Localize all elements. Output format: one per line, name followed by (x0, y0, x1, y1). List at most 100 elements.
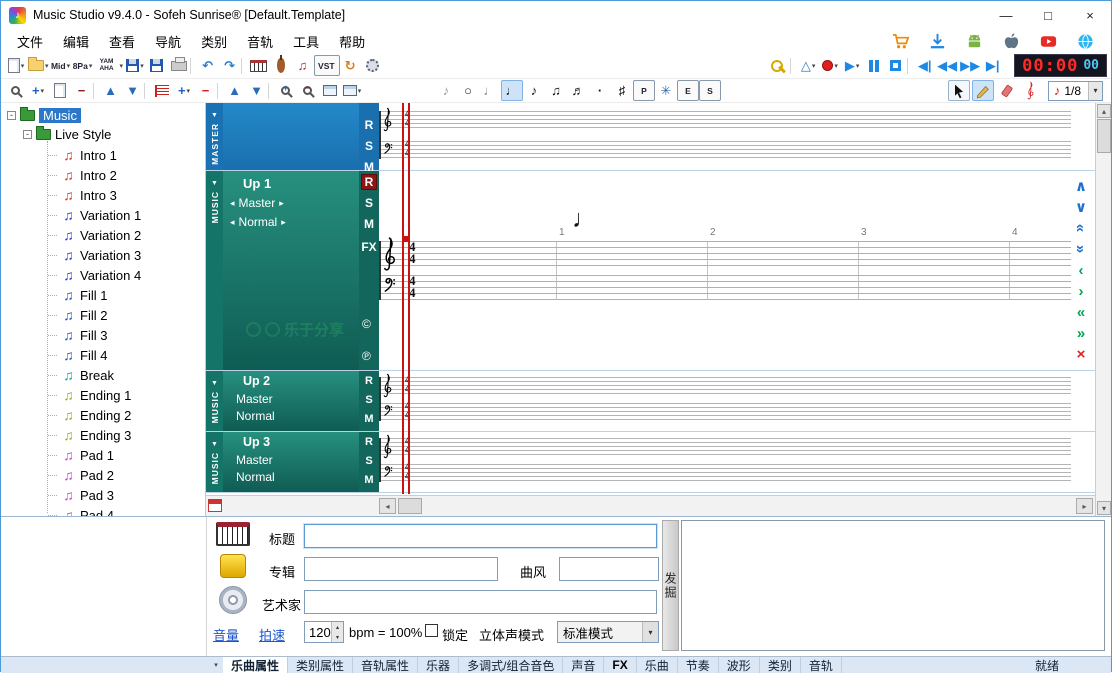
track-normal-selector[interactable]: Normal (236, 409, 275, 423)
playhead-line[interactable] (408, 103, 410, 494)
vscroll-thumb[interactable] (1097, 119, 1111, 153)
scroll-right-icon[interactable] (1076, 498, 1093, 514)
tree-root-music[interactable]: Music (7, 108, 205, 123)
nav-up-icon[interactable]: ∧ (1071, 176, 1091, 196)
track-mute-button[interactable]: M (364, 411, 373, 427)
menu-item[interactable]: 工具 (283, 29, 329, 54)
zoom-select-icon[interactable] (5, 80, 27, 101)
duration-dropdown-icon[interactable] (1088, 82, 1102, 100)
track-mute-button[interactable]: M (364, 472, 373, 488)
tree-item-variation-2[interactable]: ♫ Variation 2 (1, 225, 205, 245)
toolbar-separator[interactable] (190, 58, 197, 74)
import-midi-button[interactable]: Mid ▾ (50, 55, 72, 76)
save-copy-icon[interactable] (146, 55, 168, 76)
up1-strip[interactable]: MUSIC (206, 171, 223, 370)
tree-item-pad-2[interactable]: ♫ Pad 2 (1, 465, 205, 485)
go-end-button[interactable]: ▶| (982, 55, 1004, 76)
track-bass-staff[interactable]: 44 (379, 464, 1071, 481)
notes-side-tab[interactable]: 发掘 (662, 520, 679, 651)
tree-item-pad-4[interactable]: ♫ Pad 4 (1, 505, 205, 516)
tree-item-variation-4[interactable]: ♫ Variation 4 (1, 265, 205, 285)
remove-track-icon[interactable]: − (195, 80, 217, 101)
tree-item-ending-3[interactable]: ♫ Ending 3 (1, 425, 205, 445)
track-record-button[interactable]: R (365, 434, 373, 450)
playhead-marker[interactable] (402, 236, 408, 242)
dropdown-arrow-icon[interactable] (642, 622, 658, 642)
sixteenth-note-icon[interactable]: ♫ (545, 80, 567, 101)
tree-item-ending-2[interactable]: ♫ Ending 2 (1, 405, 205, 425)
artist-input[interactable] (304, 590, 657, 614)
nav-page-down-icon[interactable]: » (1071, 239, 1091, 259)
go-start-button[interactable]: ◀| (914, 55, 936, 76)
stop-button[interactable] (885, 55, 907, 76)
forward-button[interactable]: ▶▶ (959, 55, 982, 76)
dotted-note-icon[interactable]: · (589, 80, 611, 101)
redo-icon[interactable]: ↷ (219, 55, 241, 76)
bottom-tab[interactable]: 音轨 (801, 657, 842, 673)
lock-checkbox[interactable] (425, 624, 438, 637)
tree-item-intro-2[interactable]: ♫ Intro 2 (1, 165, 205, 185)
tempo-stepper[interactable]: 120 (304, 621, 344, 643)
menu-item[interactable]: 文件 (7, 29, 53, 54)
menu-item[interactable]: 音轨 (237, 29, 283, 54)
ornament-icon[interactable]: ✳ (655, 80, 677, 101)
track-view-corner-icon[interactable] (208, 499, 222, 512)
whole-note-icon[interactable]: ○ (457, 80, 479, 101)
tree-item-ending-1[interactable]: ♫ Ending 1 (1, 385, 205, 405)
toolbar-separator[interactable] (144, 83, 151, 99)
download-icon[interactable] (928, 32, 947, 51)
menu-item[interactable]: 帮助 (329, 29, 375, 54)
minimize-button[interactable]: — (985, 1, 1027, 29)
tuning-icon[interactable]: △ ▾ (797, 55, 819, 76)
bottom-tab[interactable]: 音轨属性 (353, 657, 418, 673)
up1-fx-button[interactable]: FX (361, 240, 376, 254)
up1-mute-button[interactable]: M (364, 216, 374, 232)
add-track-icon[interactable]: + ▾ (173, 80, 195, 101)
track-header[interactable]: Up 2 Master Normal (223, 371, 359, 431)
vertical-scrollbar[interactable] (1095, 103, 1111, 516)
track-treble-staff[interactable]: 44 (379, 438, 1071, 455)
apple-icon[interactable] (1002, 32, 1021, 51)
tree-item-variation-1[interactable]: ♫ Variation 1 (1, 205, 205, 225)
track-master-selector[interactable]: Master (236, 392, 273, 406)
tree-item-pad-1[interactable]: ♫ Pad 1 (1, 445, 205, 465)
rewind-button[interactable]: ◀◀ (936, 55, 959, 76)
bottom-tab[interactable]: 乐器 (418, 657, 459, 673)
notes-box[interactable] (681, 520, 1105, 651)
up1-bass-staff[interactable]: 44 (379, 275, 1071, 300)
up1-normal-selector[interactable]: ◂ Normal ▸ (230, 215, 286, 229)
track-treble-staff[interactable]: 44 (379, 377, 1071, 394)
arrow-left-icon[interactable]: ◂ (230, 217, 235, 228)
track-down-icon[interactable]: ▼ (246, 80, 268, 101)
scroll-up-icon[interactable] (1097, 104, 1111, 118)
symbol-icon[interactable]: S (699, 80, 721, 101)
zoom-out-icon[interactable] (297, 80, 319, 101)
genre-input[interactable] (559, 557, 659, 581)
print-icon[interactable] (168, 55, 190, 76)
add-category-icon[interactable]: + ▾ (27, 80, 49, 101)
bottom-tab[interactable]: 波形 (719, 657, 760, 673)
arrow-left-icon[interactable]: ◂ (230, 198, 235, 209)
stereo-mode-select[interactable]: 标准模式 (557, 621, 659, 643)
phonogram-icon[interactable]: ℗ (362, 349, 371, 363)
master-solo-button[interactable]: S (365, 138, 373, 154)
score-note[interactable]: ♩ (572, 205, 597, 234)
half-note-icon[interactable]: ♩ (479, 80, 501, 101)
tree-item-break[interactable]: ♫ Break (1, 365, 205, 385)
bottom-tab[interactable]: 类别属性 (288, 657, 353, 673)
tree-item-fill-4[interactable]: ♫ Fill 4 (1, 345, 205, 365)
piano-keyboard-icon[interactable] (248, 55, 270, 76)
nav-down-icon[interactable]: ∨ (1071, 197, 1091, 217)
playhead-line[interactable] (402, 103, 404, 494)
play-button[interactable]: ▶ ▾ (841, 55, 863, 76)
track-title[interactable]: Up 2 (243, 374, 270, 388)
new-file-icon[interactable]: ▾ (5, 55, 27, 76)
grace-note-icon[interactable]: ♪ (435, 80, 457, 101)
fit-page-icon[interactable]: ▾ (341, 80, 363, 101)
undo-icon[interactable]: ↶ (197, 55, 219, 76)
menu-item[interactable]: 类别 (191, 29, 237, 54)
expander-icon[interactable] (7, 111, 16, 120)
menu-item[interactable]: 导航 (145, 29, 191, 54)
pause-button[interactable] (863, 55, 885, 76)
import-yamaha-button[interactable]: YAM AHA ▾ (94, 55, 125, 76)
